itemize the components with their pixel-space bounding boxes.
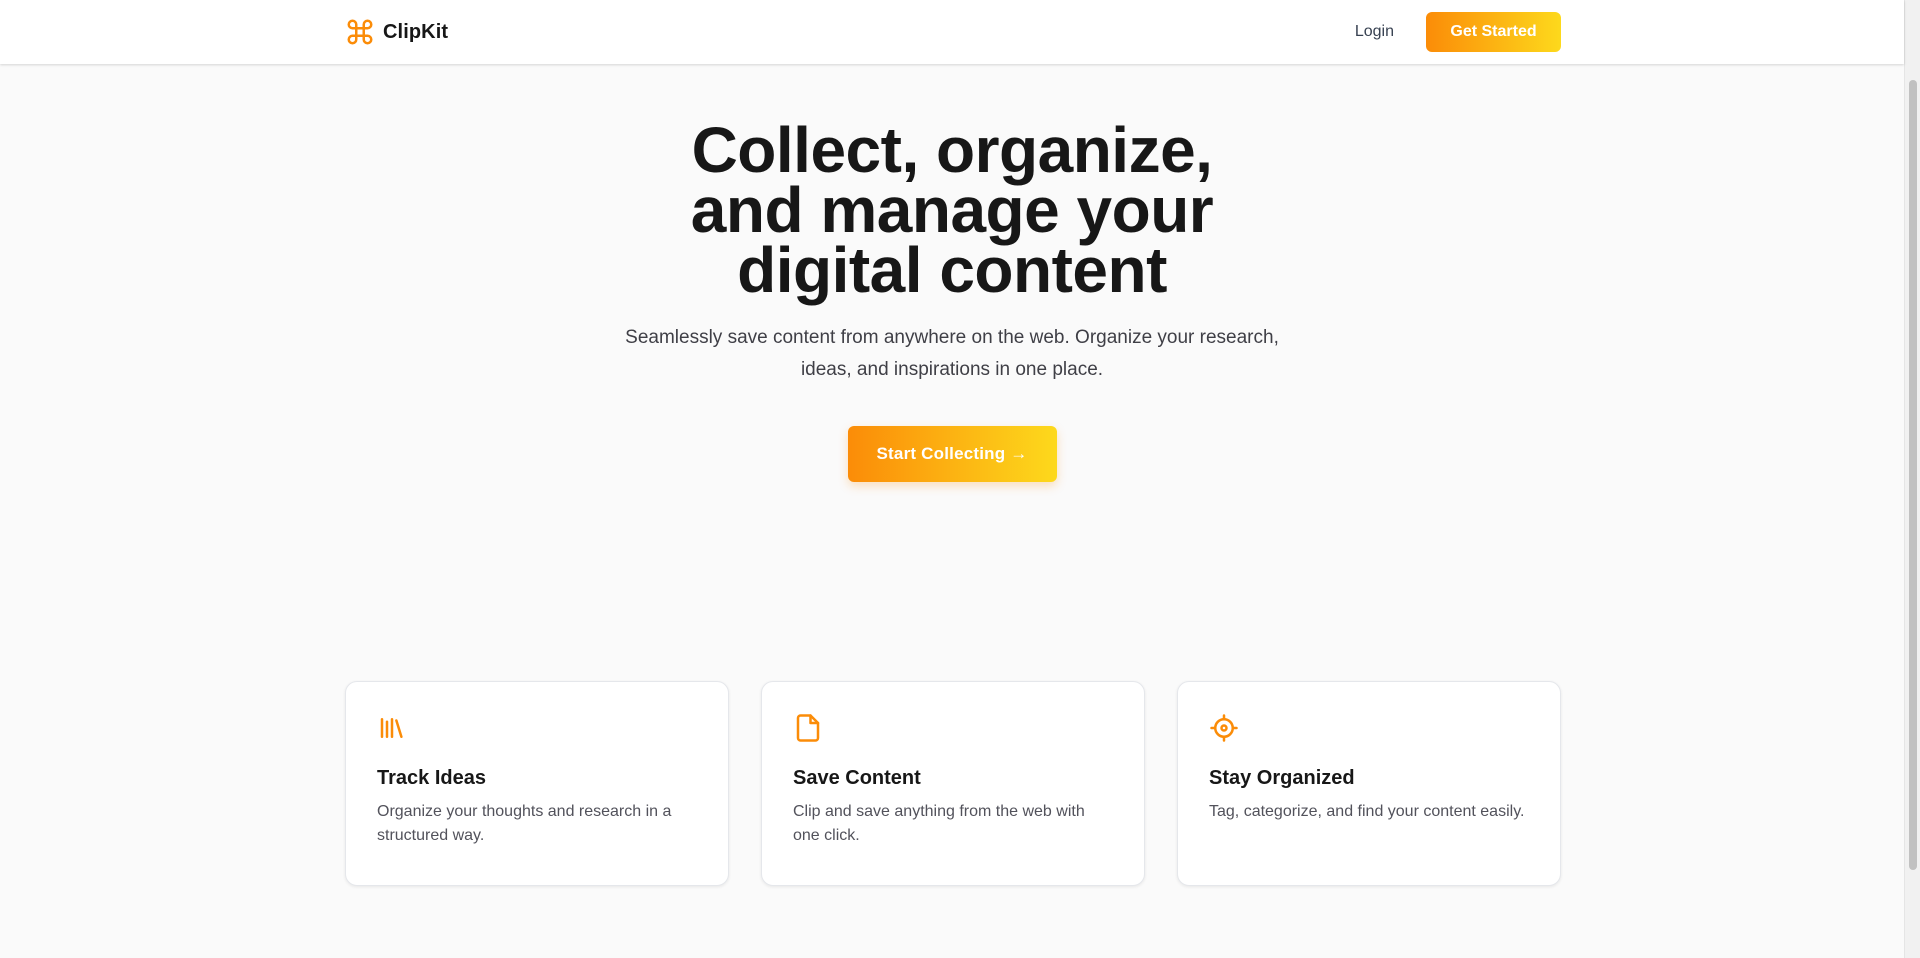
get-started-button[interactable]: Get Started — [1426, 12, 1561, 52]
header-container: ClipKit Login Get Started — [345, 0, 1561, 64]
file-icon — [793, 713, 823, 743]
header-nav: Login Get Started — [1355, 12, 1561, 52]
brand-logo[interactable]: ClipKit — [345, 17, 448, 47]
hero-subtitle: Seamlessly save content from anywhere on… — [625, 327, 1279, 380]
features-section: Track Ideas Organize your thoughts and r… — [345, 681, 1561, 886]
feature-card-stay-organized: Stay Organized Tag, categorize, and find… — [1177, 681, 1561, 886]
brand-name: ClipKit — [383, 20, 449, 43]
feature-card-track-ideas: Track Ideas Organize your thoughts and r… — [345, 681, 729, 886]
vertical-scrollbar[interactable] — [1904, 0, 1920, 958]
feature-card-save-content: Save Content Clip and save anything from… — [761, 681, 1145, 886]
feature-description: Tag, categorize, and find your content e… — [1209, 803, 1525, 820]
hero-title: Collect, organize, and manage your digit… — [690, 114, 1214, 306]
scrollbar-thumb[interactable] — [1909, 80, 1917, 870]
start-collecting-button[interactable]: Start Collecting → — [847, 426, 1057, 482]
command-icon — [345, 17, 375, 47]
hero-section: Collect, organize, and manage your digit… — [0, 64, 1904, 482]
login-link[interactable]: Login — [1355, 23, 1394, 41]
library-icon — [377, 713, 407, 743]
feature-title: Track Ideas — [377, 767, 486, 789]
site-header: ClipKit Login Get Started — [0, 0, 1904, 64]
feature-description: Clip and save anything from the web with… — [793, 803, 1085, 844]
feature-description: Organize your thoughts and research in a… — [377, 803, 672, 844]
feature-title: Stay Organized — [1209, 767, 1355, 789]
feature-title: Save Content — [793, 767, 921, 789]
target-icon — [1209, 713, 1239, 743]
